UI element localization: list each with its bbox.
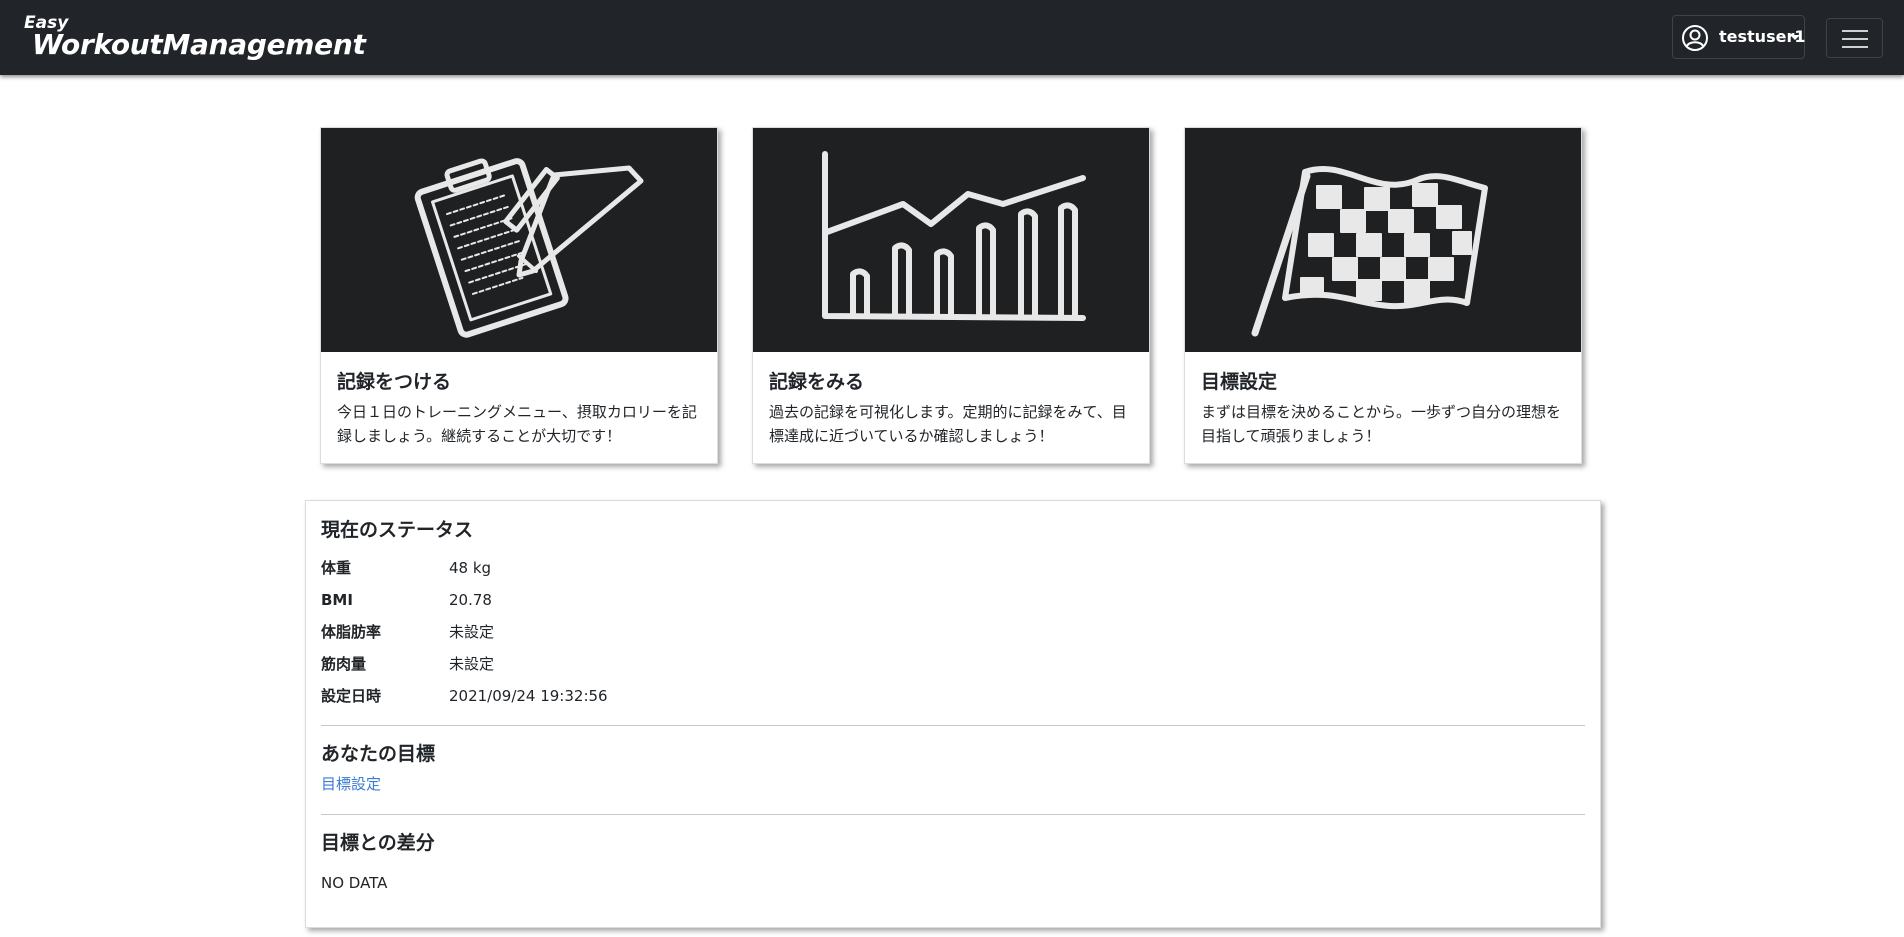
bmi-label: BMI [321,591,353,609]
card-description: 今日１日のトレーニングメニュー、摂取カロリーを記録しましょう。継続することが大切… [337,403,697,445]
goal-diff-heading: 目標との差分 [321,832,435,854]
muscle-mass-value: 未設定 [449,655,495,673]
hamburger-menu-icon [1842,30,1868,48]
record-entry-card[interactable]: 記録をつける 今日１日のトレーニングメニュー、摂取カロリーを記録しましょう。継続… [320,127,718,464]
card-image [753,128,1149,352]
divider [321,725,1585,726]
muscle-mass-label: 筋肉量 [321,655,367,673]
goal-setting-link[interactable]: 目標設定 [321,774,381,794]
card-description: まずは目標を決めることから。一歩ずつ自分の理想を目指して頑張りましょう！ [1201,403,1562,445]
card-title[interactable]: 記録をみる [769,370,864,394]
status-heading: 現在のステータス [321,519,474,541]
chart-icon [822,151,1086,321]
record-view-card[interactable]: 記録をみる 過去の記録を可視化します。定期的に記録をみて、目標達成に近づいている… [752,127,1150,464]
card-title[interactable]: 目標設定 [1201,370,1277,394]
goal-setting-card[interactable]: 目標設定 まずは目標を決めることから。一歩ずつ自分の理想を目指して頑張りましょう… [1184,127,1582,464]
goal-diff-value: NO DATA [321,874,388,892]
goal-heading: あなたの目標 [321,743,436,765]
user-circle-icon [1682,25,1708,51]
body-fat-value: 未設定 [449,623,495,641]
caret-down-icon [1790,35,1800,40]
weight-label: 体重 [321,559,352,577]
body-fat-label: 体脂肪率 [321,623,382,641]
checkered-flag-icon [1251,165,1488,337]
menu-toggle-button[interactable] [1826,18,1883,58]
card-description: 過去の記録を可視化します。定期的に記録をみて、目標達成に近づいているか確認しまし… [769,403,1127,445]
card-image [1185,128,1581,352]
set-datetime-value: 2021/09/24 19:32:56 [449,687,608,705]
status-panel: 現在のステータス 体重 48 kg BMI 20.78 体脂肪率 未設定 筋肉量… [305,500,1601,928]
clipboard-pencil-icon [414,158,644,338]
brand-main-text: WorkoutManagement [32,28,366,61]
bmi-value: 20.78 [449,591,492,609]
user-dropdown-button[interactable]: testuser1 [1672,15,1805,59]
top-navbar: Easy WorkoutManagement testuser1 [0,0,1904,75]
card-image [321,128,717,352]
weight-value: 48 kg [449,559,492,577]
divider [321,814,1585,815]
card-title[interactable]: 記録をつける [337,370,451,394]
set-datetime-label: 設定日時 [321,687,382,705]
